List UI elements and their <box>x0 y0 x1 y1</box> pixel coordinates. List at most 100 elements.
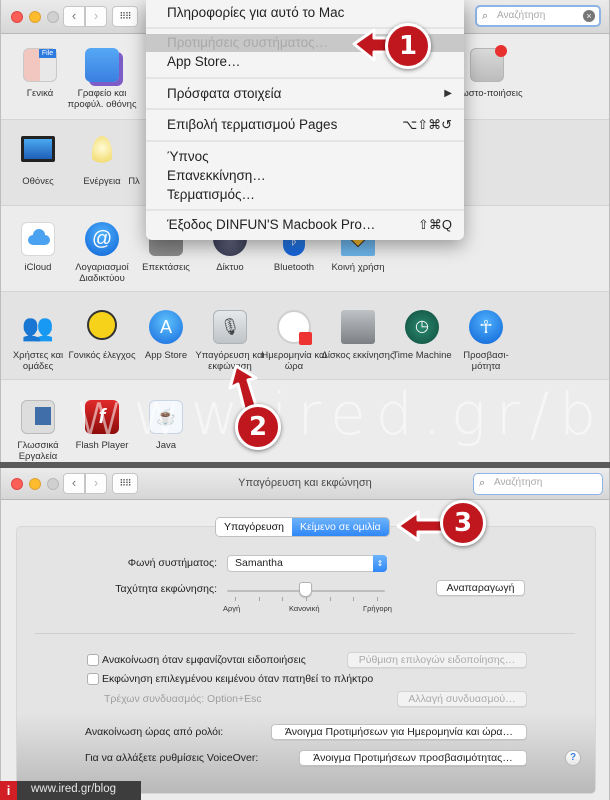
pref-label: Γλωσσικά Εργαλεία <box>17 440 59 462</box>
slider-tick <box>329 597 331 601</box>
pref-desktop-screensaver[interactable]: Γραφείο και προφύλ. οθόνης <box>65 48 139 110</box>
menu-item-label: Προτιμήσεις συστήματος… <box>167 35 329 50</box>
tick-label-slow: Αργή <box>223 604 241 613</box>
search-field[interactable]: ⌕ Αναζήτηση <box>473 473 603 495</box>
system-voice-value: Samantha <box>235 557 283 569</box>
site-footer: i www.ired.gr/blog <box>0 781 141 800</box>
menu-separator <box>146 209 464 211</box>
menu-separator <box>146 108 464 110</box>
desktop-screensaver-icon <box>85 48 119 82</box>
displays-icon <box>21 136 55 162</box>
zoom-button[interactable] <box>47 11 59 23</box>
general-icon: File <box>23 48 57 82</box>
pref-label: Οθόνες <box>22 176 54 187</box>
slider-tick <box>258 597 260 601</box>
pref-label: Γονικός έλεγχος <box>68 350 136 361</box>
title-bar: ‹ › ⠿⠿ Υπαγόρευση και εκφώνηση ⌕ Αναζήτη… <box>1 468 609 500</box>
users-groups-icon: 👥 <box>21 312 55 342</box>
language-tools-icon <box>21 400 55 434</box>
pref-label: Time Machine <box>392 350 452 361</box>
back-button[interactable]: ‹ <box>63 6 85 27</box>
menu-separator <box>146 140 464 142</box>
pref-dictation-speech[interactable]: 🎙 Υπαγόρευση και εκφώνηση <box>193 310 267 372</box>
pref-label: Bluetooth <box>273 262 315 273</box>
speak-selected-text-checkbox[interactable] <box>87 673 99 685</box>
pref-label: Επεκτάσεις <box>142 262 190 273</box>
open-date-time-prefs-button[interactable]: Άνοιγμα Προτιμήσεων για Ημερομηνία και ώ… <box>271 724 527 740</box>
menu-item-recent-items[interactable]: Πρόσφατα στοιχεία ▶ <box>146 84 464 104</box>
pref-date-time[interactable]: Ημερομηνία και ώρα <box>257 310 331 372</box>
tab-text-to-speech[interactable]: Κείμενο σε ομιλία <box>291 518 389 536</box>
menu-item-label: Έξοδος DINFUN'S Macbook Pro… <box>167 217 376 232</box>
menu-item-log-out[interactable]: Έξοδος DINFUN'S Macbook Pro… ⇧⌘Q <box>146 215 464 235</box>
voiceover-label: Για να αλλάξετε ρυθμίσεις VoiceOver: <box>85 752 259 764</box>
slider-tick <box>377 597 378 601</box>
pref-label: Χρήστες και ομάδες <box>12 350 64 372</box>
announce-notifications-checkbox[interactable] <box>87 654 99 666</box>
menu-item-shut-down[interactable]: Τερματισμός… <box>146 185 464 205</box>
current-key-label: Τρέχων συνδυασμός: Option+Esc <box>104 693 262 705</box>
chevron-updown-icon: ⇕ <box>373 555 387 572</box>
pref-label: Κοινή χρήση <box>331 262 385 273</box>
minimize-button[interactable] <box>29 11 41 23</box>
show-all-button[interactable]: ⠿⠿ <box>112 6 138 27</box>
footer-url: www.ired.gr/blog <box>31 783 117 795</box>
close-button[interactable] <box>11 11 23 23</box>
callout-badge-1: 1 <box>385 23 431 69</box>
search-icon: ⌕ <box>482 10 489 22</box>
change-key-button[interactable]: Αλλαγή συνδυασμού… <box>397 691 527 707</box>
slider-tick <box>353 597 355 601</box>
menu-item-about-this-mac[interactable]: Πληροφορίες για αυτό το Mac <box>146 3 464 23</box>
energy-saver-icon <box>92 136 112 170</box>
menu-item-sleep[interactable]: Ύπνος <box>146 147 464 167</box>
shortcut-label: ⌥⇧⌘↺ <box>402 117 452 132</box>
system-voice-select[interactable]: Samantha ⇕ <box>227 555 387 572</box>
menu-item-force-quit[interactable]: Επιβολή τερματισμού Pages ⌥⇧⌘↺ <box>146 115 464 135</box>
pref-label: Ημερομηνία και ώρα <box>261 350 327 372</box>
tab-dictation[interactable]: Υπαγόρευση <box>216 518 292 536</box>
pref-icloud[interactable]: iCloud <box>1 222 75 273</box>
pref-startup-disk[interactable]: Δίσκος εκκίνησης <box>321 310 395 361</box>
dictation-speech-icon: 🎙 <box>213 310 247 344</box>
search-placeholder: Αναζήτηση <box>497 10 546 21</box>
slider-tick <box>235 597 236 601</box>
notifications-icon <box>470 45 507 82</box>
startup-disk-icon <box>341 310 375 344</box>
menu-item-label: Ύπνος <box>167 149 209 164</box>
search-icon: ⌕ <box>479 477 486 489</box>
divider <box>35 633 575 634</box>
pref-internet-accounts[interactable]: @ Λογαριασμοί Διαδικτύου <box>65 222 139 284</box>
forward-button[interactable]: › <box>85 6 107 27</box>
icloud-icon <box>21 222 55 256</box>
menu-item-restart[interactable]: Επανεκκίνηση… <box>146 166 464 186</box>
pref-keyboard[interactable]: Πλ <box>119 136 149 187</box>
shortcut-label: ⇧⌘Q <box>417 217 452 232</box>
announce-notifications-label: Ανακοίνωση όταν εμφανίζονται ειδοποιήσει… <box>102 654 306 666</box>
accessibility-icon: ☥ <box>469 310 503 344</box>
tab-control: Υπαγόρευση Κείμενο σε ομιλία <box>216 518 389 536</box>
ired-logo-icon: i <box>0 781 17 800</box>
play-button[interactable]: Αναπαραγωγή <box>436 580 525 596</box>
search-placeholder: Αναζήτηση <box>494 477 543 488</box>
open-accessibility-prefs-button[interactable]: Άνοιγμα Προτιμήσεων προσβασιμότητας… <box>299 750 527 766</box>
pref-time-machine[interactable]: ◷ Time Machine <box>385 310 459 361</box>
pref-language-tools[interactable]: Γλωσσικά Εργαλεία <box>1 400 75 462</box>
menu-item-label: Επιβολή τερματισμού Pages <box>167 117 338 132</box>
clear-search-icon[interactable]: × <box>583 10 595 22</box>
pref-displays[interactable]: Οθόνες <box>1 136 75 187</box>
pref-parental-controls[interactable]: Γονικός έλεγχος <box>65 310 139 361</box>
slider-tick <box>306 597 307 601</box>
menu-item-label: Επανεκκίνηση… <box>167 168 266 183</box>
pref-app-store[interactable]: A App Store <box>129 310 203 361</box>
pref-users-groups[interactable]: 👥 Χρήστες και ομάδες <box>1 310 75 372</box>
menu-item-label: Πρόσφατα στοιχεία <box>167 86 282 101</box>
pref-label: Λογαριασμοί Διαδικτύου <box>75 262 129 284</box>
pref-accessibility[interactable]: ☥ Προσβασι-μότητα <box>449 310 523 372</box>
parental-controls-icon <box>87 310 117 340</box>
menu-item-label: Τερματισμός… <box>167 187 256 202</box>
notification-options-button[interactable]: Ρύθμιση επιλογών ειδοποίησης… <box>347 652 527 668</box>
speaking-rate-thumb[interactable] <box>299 582 312 597</box>
search-field[interactable]: ⌕ Αναζήτηση × <box>475 5 601 27</box>
help-button[interactable]: ? <box>565 750 581 766</box>
pref-label: Δίσκος εκκίνησης <box>321 350 395 361</box>
